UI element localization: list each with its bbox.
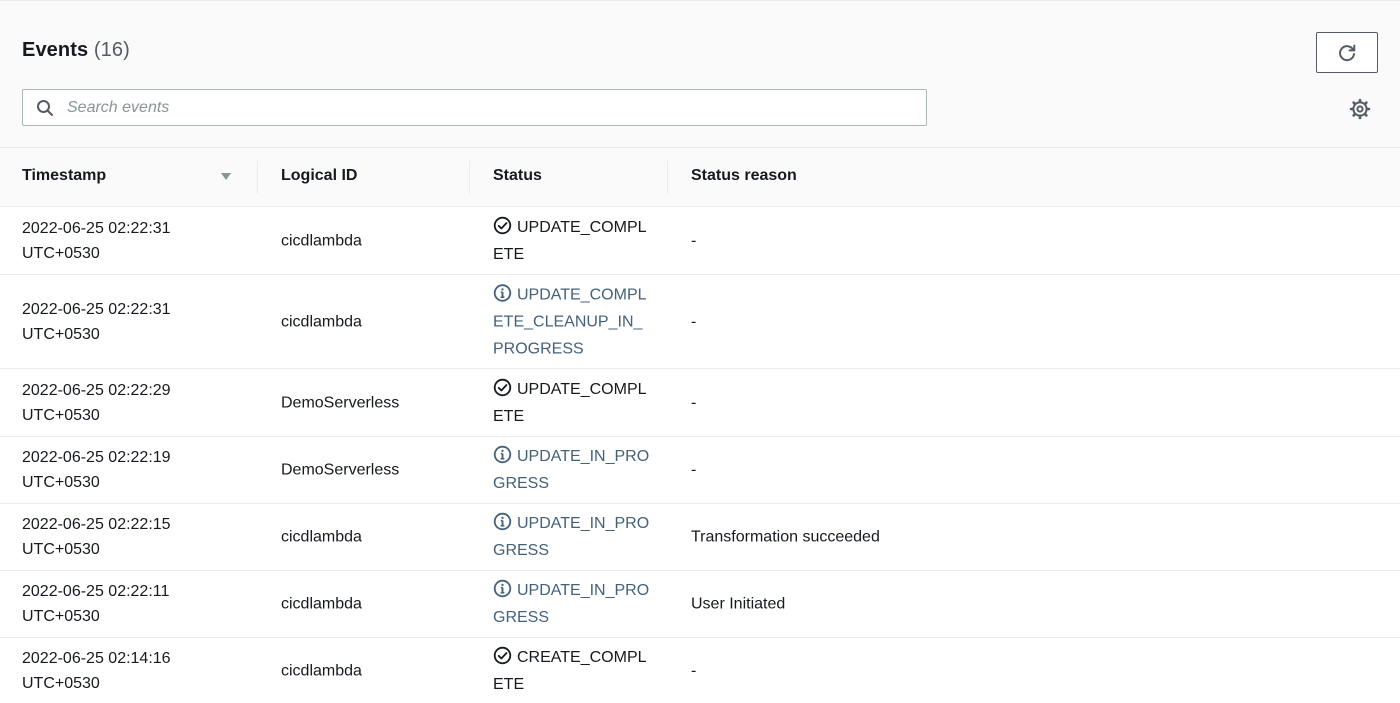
column-header-logical-id[interactable]: Logical ID <box>281 167 357 185</box>
gear-icon[interactable] <box>1349 98 1371 120</box>
timestamp-cell: 2022-06-25 02:22:29 UTC+0530 <box>22 378 242 428</box>
column-header-timestamp[interactable]: Timestamp <box>22 167 106 185</box>
status-text: UPDATE_IN_PROGRESS <box>493 582 650 626</box>
status-indicator: UPDATE_IN_PROGRESS <box>493 577 653 631</box>
table-header: Timestamp Logical ID Status Status reaso… <box>0 148 1400 207</box>
status-cell: UPDATE_IN_PROGRESS <box>493 510 653 564</box>
column-header-status-reason[interactable]: Status reason <box>691 167 797 185</box>
status-reason-cell: - <box>691 394 697 411</box>
status-indicator: UPDATE_COMPLETE <box>493 214 653 268</box>
timestamp-zone: UTC+0530 <box>22 675 100 692</box>
status-text: UPDATE_IN_PROGRESS <box>493 515 650 559</box>
info-circle-icon <box>493 579 512 598</box>
info-circle-icon <box>493 512 512 531</box>
status-text: UPDATE_IN_PROGRESS <box>493 448 650 492</box>
status-cell: UPDATE_IN_PROGRESS <box>493 577 653 631</box>
column-divider[interactable] <box>257 161 258 194</box>
logical-id-cell: DemoServerless <box>281 461 400 479</box>
timestamp-cell: 2022-06-25 02:14:16 UTC+0530 <box>22 646 242 696</box>
title-text: Events <box>22 39 89 61</box>
table-row: 2022-06-25 02:14:16 UTC+0530 cicdlambda CRE… <box>0 638 1400 703</box>
timestamp-date: 2022-06-25 02:22:31 <box>22 219 171 237</box>
info-circle-icon <box>493 283 512 302</box>
logical-id-cell: cicdlambda <box>281 528 362 546</box>
timestamp-zone: UTC+0530 <box>22 474 100 491</box>
status-reason-cell: Transformation succeeded <box>691 528 880 546</box>
page-title: Events (16) <box>22 39 130 62</box>
timestamp-zone: UTC+0530 <box>22 244 100 262</box>
table-row: 2022-06-25 02:22:19 UTC+0530 DemoServerles… <box>0 437 1400 504</box>
status-reason-cell: - <box>691 662 697 680</box>
status-cell: UPDATE_IN_PROGRESS <box>493 443 653 497</box>
status-indicator: UPDATE_COMPLETE <box>493 376 653 430</box>
timestamp-date: 2022-06-25 02:22:15 <box>22 516 171 533</box>
timestamp-zone: UTC+0530 <box>22 325 100 343</box>
table-row: 2022-06-25 02:22:29 UTC+0530 DemoServerles… <box>0 369 1400 437</box>
column-header-status[interactable]: Status <box>493 167 542 185</box>
status-indicator: CREATE_COMPLETE <box>493 644 653 698</box>
events-header: Events (16) <box>0 1 1400 148</box>
status-text: UPDATE_COMPLETE_CLEANUP_IN_PROGRESS <box>493 286 647 357</box>
table-row: 2022-06-25 02:22:31 UTC+0530 cicdlambda UPD… <box>0 207 1400 275</box>
column-divider[interactable] <box>469 161 470 194</box>
timestamp-date: 2022-06-25 02:22:11 <box>22 583 170 600</box>
logical-id-cell: cicdlambda <box>281 595 362 613</box>
sort-descending-icon[interactable] <box>219 170 233 184</box>
timestamp-date: 2022-06-25 02:22:31 <box>22 300 171 318</box>
status-indicator: UPDATE_IN_PROGRESS <box>493 510 653 564</box>
search-box <box>22 89 927 126</box>
status-reason-cell: - <box>691 313 697 330</box>
status-reason-cell: - <box>691 461 697 479</box>
status-indicator: UPDATE_IN_PROGRESS <box>493 443 653 497</box>
status-reason-cell: User Initiated <box>691 595 786 613</box>
logical-id-cell: DemoServerless <box>281 394 400 411</box>
timestamp-date: 2022-06-25 02:22:19 <box>22 449 171 466</box>
timestamp-zone: UTC+0530 <box>22 608 100 625</box>
status-text: UPDATE_COMPLETE <box>493 380 647 425</box>
timestamp-cell: 2022-06-25 02:22:15 UTC+0530 <box>22 512 242 562</box>
timestamp-zone: UTC+0530 <box>22 406 100 424</box>
refresh-icon <box>1339 44 1356 61</box>
timestamp-zone: UTC+0530 <box>22 541 100 558</box>
timestamp-cell: 2022-06-25 02:22:11 UTC+0530 <box>22 579 242 629</box>
logical-id-cell: cicdlambda <box>281 232 362 249</box>
events-panel: Events (16) Search events Timestamp Logi… <box>0 0 1400 703</box>
check-circle-icon <box>493 646 512 665</box>
table-row: 2022-06-25 02:22:15 UTC+0530 cicdlambda UPD… <box>0 504 1400 571</box>
timestamp-cell: 2022-06-25 02:22:31 UTC+0530 <box>22 216 242 266</box>
timestamp-date: 2022-06-25 02:14:16 <box>22 650 171 667</box>
table-row: 2022-06-25 02:22:31 UTC+0530 cicdlambda UPD… <box>0 275 1400 369</box>
status-cell: UPDATE_COMPLETE <box>493 214 653 268</box>
status-cell: UPDATE_COMPLETE_CLEANUP_IN_PROGRESS <box>493 281 653 362</box>
info-circle-icon <box>493 445 512 464</box>
refresh-button[interactable] <box>1316 32 1378 73</box>
status-text: UPDATE_COMPLETE <box>493 218 647 263</box>
timestamp-date: 2022-06-25 02:22:29 <box>22 381 171 399</box>
status-cell: CREATE_COMPLETE <box>493 644 653 698</box>
table-row: 2022-06-25 02:22:11 UTC+0530 cicdlambda UPD… <box>0 571 1400 638</box>
event-count: (16) <box>93 39 130 61</box>
status-cell: UPDATE_COMPLETE <box>493 376 653 430</box>
status-indicator: UPDATE_COMPLETE_CLEANUP_IN_PROGRESS <box>493 281 653 362</box>
timestamp-cell: 2022-06-25 02:22:31 UTC+0530 <box>22 297 242 347</box>
timestamp-cell: 2022-06-25 02:22:19 UTC+0530 <box>22 445 242 495</box>
check-circle-icon <box>493 378 512 397</box>
search-icon <box>36 99 54 117</box>
search-input[interactable] <box>65 97 889 118</box>
check-circle-icon <box>493 216 512 235</box>
logical-id-cell: cicdlambda <box>281 313 362 330</box>
status-reason-cell: - <box>691 232 697 249</box>
events-table-body: 2022-06-25 02:22:31 UTC+0530 cicdlambda UPD… <box>0 207 1400 703</box>
logical-id-cell: cicdlambda <box>281 662 362 680</box>
column-divider[interactable] <box>667 161 668 194</box>
status-text: CREATE_COMPLETE <box>493 649 647 693</box>
